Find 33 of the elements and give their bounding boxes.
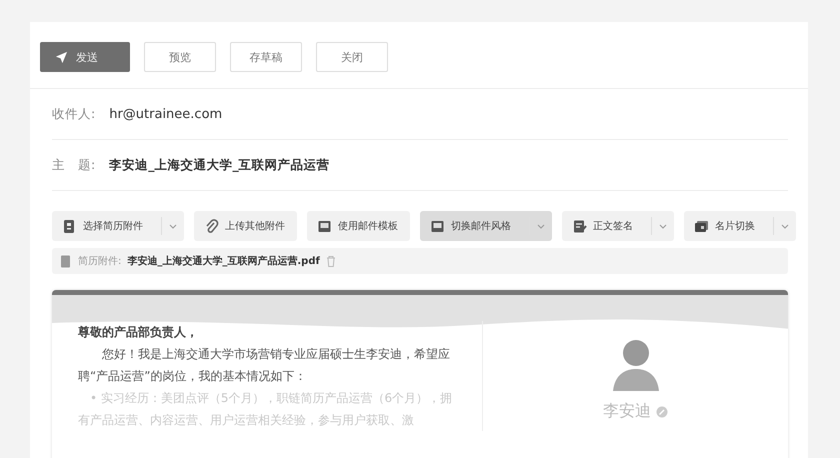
toolbar-button[interactable]: 正文签名 <box>562 211 674 241</box>
subject-label: 主 题: <box>52 156 96 174</box>
greeting-text: 尊敬的产品部负责人， <box>78 324 199 341</box>
action-button[interactable]: 预览 <box>144 42 216 72</box>
action-button[interactable]: 关闭 <box>316 42 388 72</box>
recipient-label: 收件人: <box>52 106 96 122</box>
subject-value[interactable]: 李安迪_上海交通大学_互联网产品运营 <box>109 156 330 174</box>
caret-icon <box>659 224 667 228</box>
template-icon <box>317 218 332 234</box>
edit-icon[interactable] <box>656 406 668 418</box>
letter-paragraph: 您好！我是上海交通大学市场营销专业应届硕士生李安迪，希望应聘“产品运营”的岗位，我的基本情况如下： <box>78 346 451 385</box>
document-icon <box>60 254 72 268</box>
send-button[interactable]: 发送 <box>40 42 130 72</box>
card-icon <box>694 218 709 234</box>
toolbar-button[interactable]: 上传其他附件 <box>194 211 297 241</box>
caret-icon <box>169 224 177 228</box>
recipient-value[interactable]: hr@utrainee.com <box>109 106 222 122</box>
caret-icon <box>781 224 789 228</box>
pen-icon <box>572 218 587 234</box>
toolbar-button[interactable]: 使用邮件模板 <box>307 211 410 241</box>
toolbar-button[interactable]: 名片切换 <box>684 211 796 241</box>
toolbar-button[interactable]: 切换邮件风格 <box>420 211 552 241</box>
caret-icon <box>537 224 545 228</box>
toolbar-button[interactable]: 选择简历附件 <box>52 211 184 241</box>
attachment-label: 简历附件: <box>78 255 122 268</box>
profile-name: 李安迪 <box>603 401 651 422</box>
action-button[interactable]: 存草稿 <box>230 42 302 72</box>
template-icon <box>430 218 445 234</box>
paper-plane-icon <box>55 50 68 64</box>
resume-icon <box>62 218 77 234</box>
clip-icon <box>204 218 219 234</box>
attachment-file[interactable]: 李安迪_上海交通大学_互联网产品运营.pdf <box>127 254 320 268</box>
trash-icon[interactable] <box>326 255 336 267</box>
